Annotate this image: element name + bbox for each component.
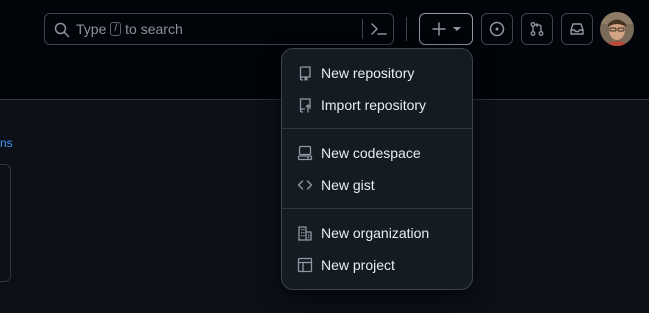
pull-requests-button[interactable] xyxy=(521,13,553,45)
git-pull-request-icon xyxy=(530,22,544,36)
search-input[interactable]: Type / to search xyxy=(44,13,394,45)
menu-item-label: Import repository xyxy=(321,97,427,113)
issue-opened-icon xyxy=(489,21,505,37)
search-placeholder-before: Type xyxy=(76,21,107,37)
repo-icon xyxy=(299,66,311,81)
menu-item-label: New project xyxy=(321,257,395,273)
search-divider xyxy=(362,19,363,39)
sidebar-card-fragment xyxy=(0,164,11,282)
plus-icon xyxy=(432,22,446,36)
inbox-icon xyxy=(570,23,584,35)
avatar-image xyxy=(600,12,634,46)
code-icon xyxy=(297,180,313,190)
triangle-down-icon xyxy=(453,27,461,31)
menu-item-label: New gist xyxy=(321,177,375,193)
menu-item-label: New repository xyxy=(321,65,415,81)
organization-icon xyxy=(298,226,312,241)
menu-item-new-repository[interactable]: New repository xyxy=(282,59,472,87)
sidebar-link-fragment[interactable]: ns xyxy=(0,136,13,150)
menu-item-new-project[interactable]: New project xyxy=(282,251,472,279)
header-separator xyxy=(406,17,407,41)
menu-divider xyxy=(282,128,472,129)
menu-item-label: New codespace xyxy=(321,145,421,161)
command-palette-icon[interactable] xyxy=(370,21,388,37)
menu-item-new-codespace[interactable]: New codespace xyxy=(282,139,472,167)
issues-button[interactable] xyxy=(481,13,513,45)
user-avatar[interactable] xyxy=(600,12,634,46)
table-icon xyxy=(297,257,313,273)
repo-push-icon xyxy=(299,98,311,113)
codespaces-icon xyxy=(297,145,313,161)
create-new-dropdown-menu: New repository Import repository New cod… xyxy=(281,48,473,290)
menu-item-new-gist[interactable]: New gist xyxy=(282,171,472,199)
menu-item-new-organization[interactable]: New organization xyxy=(282,219,472,247)
menu-item-label: New organization xyxy=(321,225,430,241)
menu-divider xyxy=(282,208,472,209)
create-new-button[interactable] xyxy=(419,13,473,45)
search-shortcut-key: / xyxy=(110,22,122,36)
menu-item-import-repository[interactable]: Import repository xyxy=(282,91,472,119)
search-icon xyxy=(54,22,70,38)
inbox-button[interactable] xyxy=(561,13,593,45)
search-placeholder: Type / to search xyxy=(76,21,183,37)
search-placeholder-after: to search xyxy=(125,21,183,37)
